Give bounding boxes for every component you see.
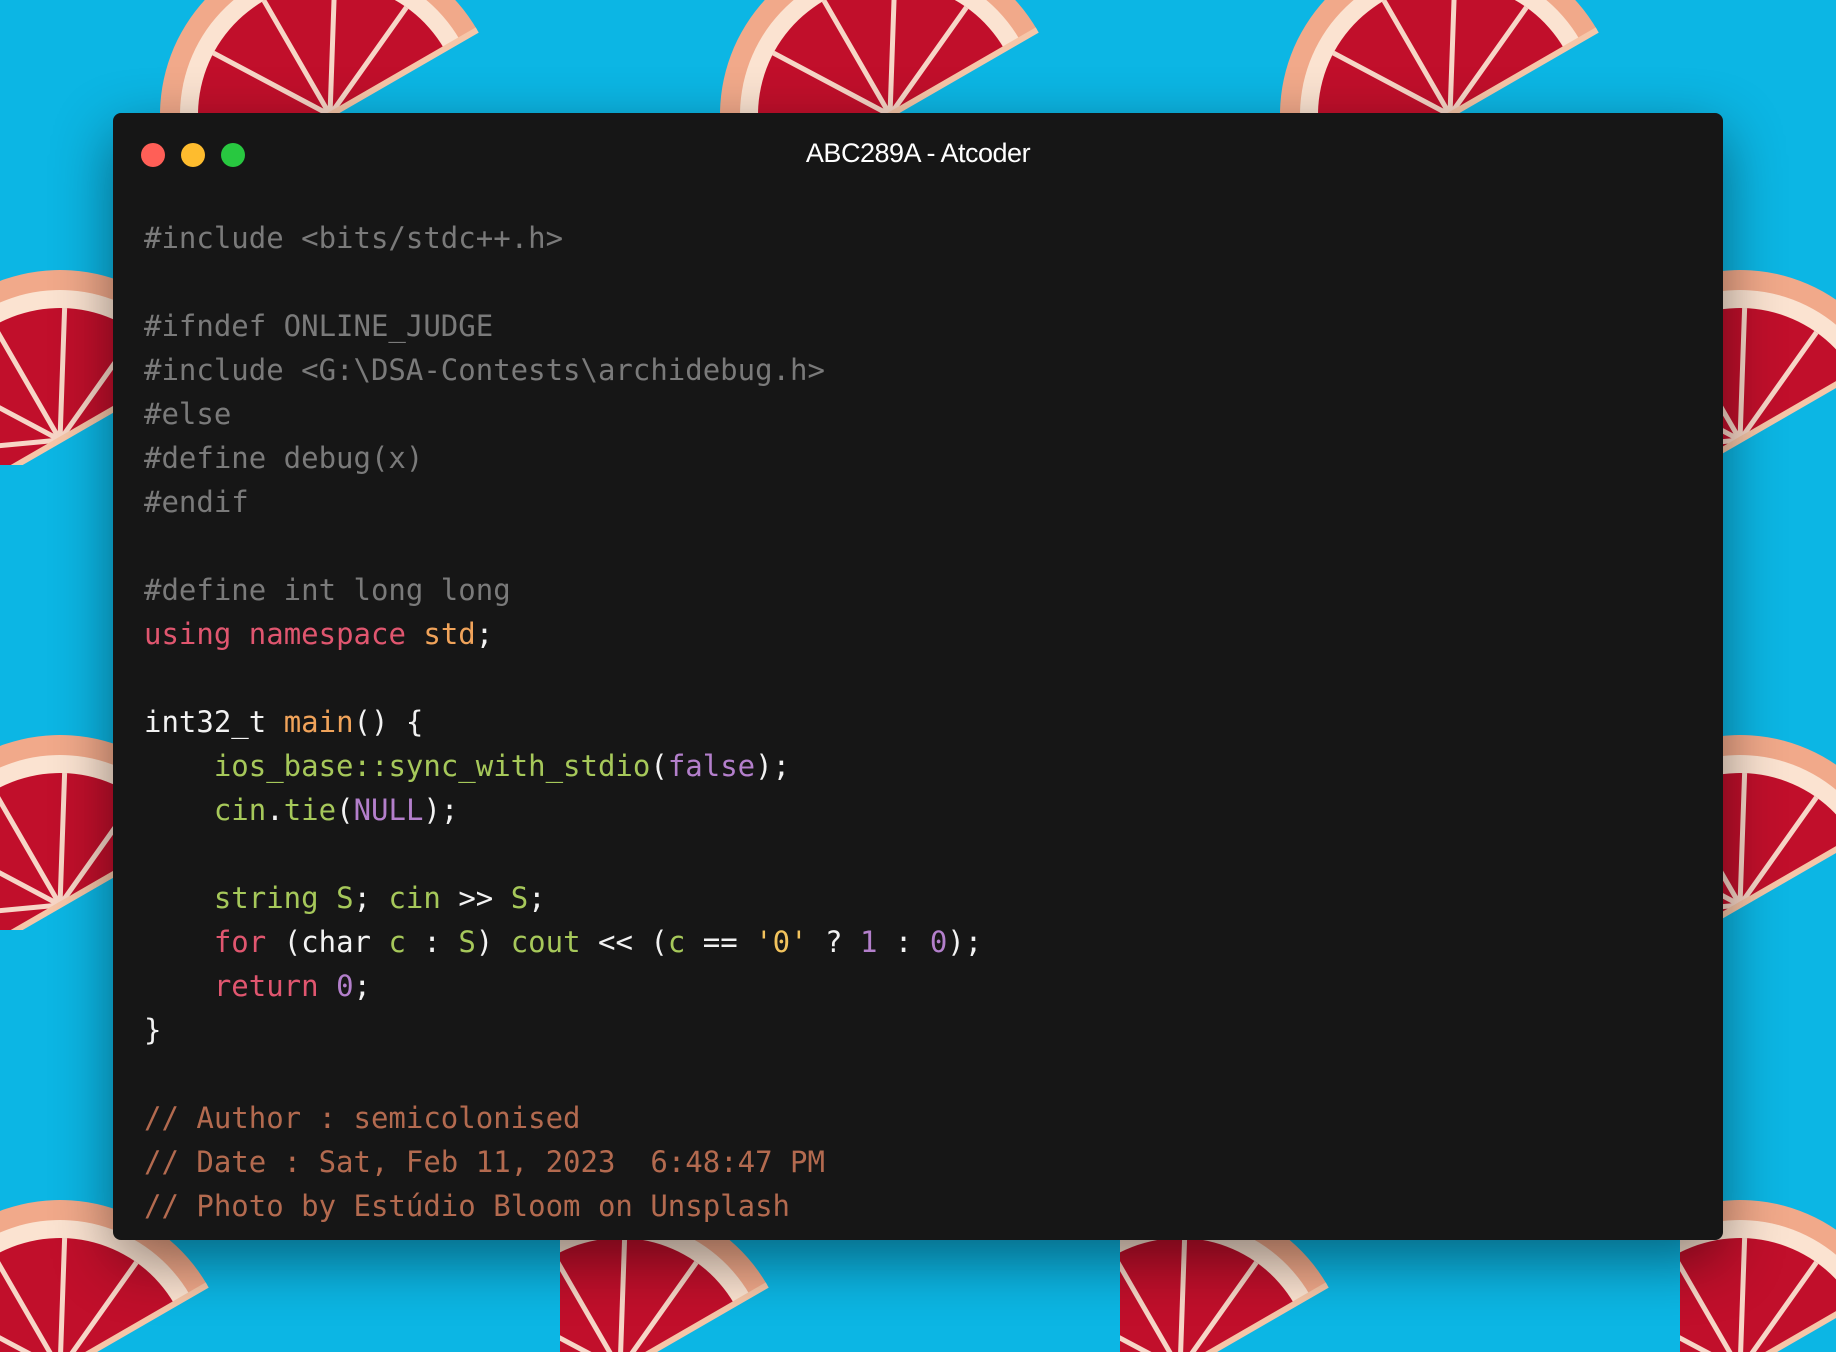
code-token: ); (423, 793, 459, 827)
code-token: '0' (755, 925, 808, 959)
code-token: main (283, 705, 354, 739)
code-line: // Author : semicolonised (144, 1096, 982, 1140)
code-token: ? (807, 925, 860, 959)
code-token: 0 (336, 969, 354, 1003)
code-line: #endif (144, 480, 982, 524)
code-token: // Date : Sat, Feb 11, 2023 6:48:47 PM (144, 1145, 825, 1179)
code-token: cin (213, 793, 267, 827)
code-token: cin (388, 881, 441, 915)
code-token: #ifndef ONLINE_JUDGE (144, 309, 494, 343)
code-token: #define int long long (144, 573, 511, 607)
code-line: #define debug(x) (144, 436, 982, 480)
code-token: : (405, 925, 459, 959)
code-token: . (266, 793, 284, 827)
code-token: cout (510, 925, 581, 959)
code-line: int32_t main() { (144, 700, 982, 744)
code-token: == (685, 925, 756, 959)
code-token: ( (336, 793, 354, 827)
code-token: // Photo by Estúdio Bloom on Unsplash (144, 1189, 791, 1223)
code-token: std (423, 617, 476, 651)
code-token: tie (283, 793, 337, 827)
code-token: 0 (929, 925, 948, 959)
code-line: #ifndef ONLINE_JUDGE (144, 304, 982, 348)
code-token: ; (353, 881, 389, 915)
code-token: ( (650, 749, 668, 783)
code-line: string S; cin >> S; (144, 876, 982, 920)
zoom-button[interactable] (221, 143, 245, 167)
code-token: ; (475, 617, 494, 651)
code-token: for (213, 925, 267, 959)
code-token: S (510, 881, 529, 915)
code-token: using (144, 617, 232, 651)
code-token: #endif (144, 485, 249, 519)
code-token: ios_base::sync_with_stdio (213, 749, 651, 783)
code-token: false (667, 749, 756, 783)
window-titlebar: ABC289A - Atcoder (113, 113, 1723, 195)
code-line: cin.tie(NULL); (144, 788, 982, 832)
code-token: ); (947, 925, 983, 959)
code-token: NULL (353, 793, 424, 827)
code-token: S (458, 925, 476, 959)
code-token: ; (528, 881, 546, 915)
code-line: #include <bits/stdc++.h> (144, 216, 982, 260)
code-line: using namespace std; (144, 612, 982, 656)
code-window: ABC289A - Atcoder #include <bits/stdc++.… (113, 113, 1723, 1240)
code-line: ios_base::sync_with_stdio(false); (144, 744, 982, 788)
code-token: return (213, 969, 319, 1003)
code-token: : (877, 925, 930, 959)
code-token: } (144, 1013, 162, 1047)
code-line: } (144, 1008, 982, 1052)
code-token: #else (144, 397, 232, 431)
code-token: c (388, 925, 406, 959)
code-token: #include <bits/stdc++.h> (144, 221, 564, 255)
code-token: #define debug(x) (144, 441, 424, 475)
code-token: << ( (580, 925, 668, 959)
code-block: #include <bits/stdc++.h> #ifndef ONLINE_J… (144, 216, 982, 1228)
code-token: () { (353, 705, 424, 739)
code-token: >> (440, 881, 511, 915)
code-token: (char (266, 925, 389, 959)
code-line: #define int long long (144, 568, 982, 612)
code-line: #else (144, 392, 982, 436)
code-token: // Author : semicolonised (144, 1101, 581, 1135)
code-line: // Date : Sat, Feb 11, 2023 6:48:47 PM (144, 1140, 982, 1184)
code-token: c (667, 925, 686, 959)
code-token: ; (353, 969, 372, 1003)
code-line: for (char c : S) cout << (c == '0' ? 1 :… (144, 920, 982, 964)
code-line: // Photo by Estúdio Bloom on Unsplash (144, 1184, 982, 1228)
code-token: int32_t (144, 705, 284, 739)
code-line: return 0; (144, 964, 982, 1008)
code-token: S (336, 881, 354, 915)
code-token: ) (475, 925, 511, 959)
code-token: 1 (859, 925, 878, 959)
window-title: ABC289A - Atcoder (805, 138, 1031, 168)
code-lines: #include <bits/stdc++.h> #ifndef ONLINE_J… (144, 216, 982, 1228)
close-button[interactable] (141, 143, 165, 167)
code-token: #include <G:\DSA-Contests\archidebug.h> (144, 353, 825, 387)
code-token: ); (755, 749, 791, 783)
code-line: #include <G:\DSA-Contests\archidebug.h> (144, 348, 982, 392)
code-token: string (213, 881, 319, 915)
code-token: namespace (248, 617, 406, 651)
minimize-button[interactable] (181, 143, 205, 167)
